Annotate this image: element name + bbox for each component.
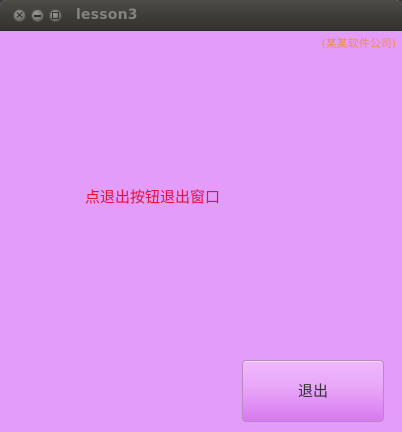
title-bar[interactable]: × lesson3	[0, 0, 402, 31]
minimize-icon	[34, 15, 41, 17]
close-icon: ×	[15, 10, 24, 21]
app-window: × lesson3 (某某软件公司) 点退出按钮退出窗口 退出	[0, 0, 402, 432]
maximize-button[interactable]	[49, 9, 62, 22]
quit-button[interactable]: 退出	[242, 360, 384, 422]
maximize-icon	[52, 12, 59, 19]
corner-link[interactable]: (某某软件公司)	[321, 35, 396, 51]
close-button[interactable]: ×	[13, 9, 26, 22]
minimize-button[interactable]	[31, 9, 44, 22]
instruction-label: 点退出按钮退出窗口	[85, 188, 221, 206]
window-title: lesson3	[76, 7, 138, 23]
